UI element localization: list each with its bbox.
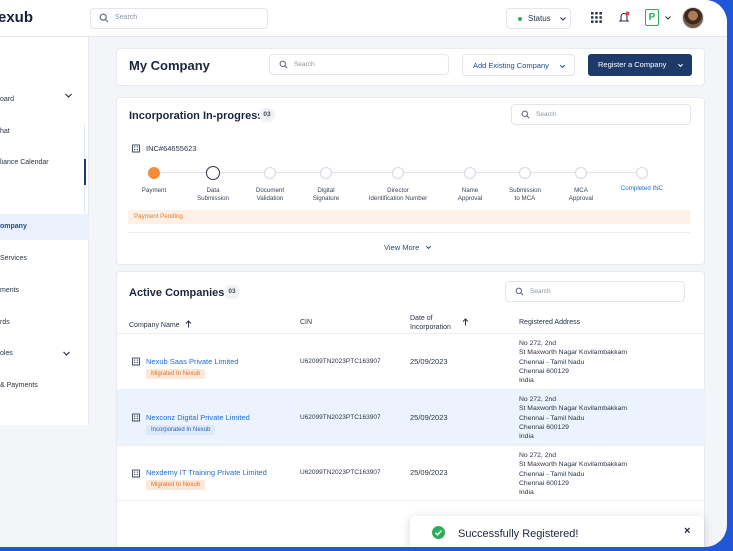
table-row[interactable]: Nexdemy IT Training Private Limited Migr… xyxy=(117,445,705,501)
step-name-approval-marker xyxy=(464,167,476,179)
sidebar-item-services[interactable]: Services xyxy=(0,255,27,262)
date-value: 25/09/2023 xyxy=(410,357,448,366)
step-completed-marker xyxy=(636,167,648,179)
sidebar-item-payments[interactable]: & Payments xyxy=(0,382,38,389)
date-value: 25/09/2023 xyxy=(410,468,448,477)
step-mca-approval-marker xyxy=(575,167,587,179)
step-payment-marker xyxy=(148,167,160,179)
search-placeholder: Search xyxy=(530,288,551,295)
sort-arrow-up-icon[interactable] xyxy=(462,318,469,326)
cin-value: U62099TN2023PTC163907 xyxy=(300,358,381,365)
status-badge: Migrated to Nexub xyxy=(146,480,206,490)
sidebar: oard hat liance Calendar ompany Services… xyxy=(0,37,89,425)
cin-value: U62099TN2023PTC163907 xyxy=(300,414,381,421)
sidebar-item-documents[interactable]: ments xyxy=(0,287,19,294)
cin-value: U62099TN2023PTC163907 xyxy=(300,469,381,476)
company-name-link[interactable]: Nexdemy IT Training Private Limited xyxy=(146,468,267,477)
company-name-link[interactable]: Nexconz Digital Private Limited xyxy=(146,413,250,422)
column-header-date[interactable]: Date of Incorporation xyxy=(410,315,451,332)
search-icon xyxy=(515,287,524,296)
sort-arrow-up-icon[interactable] xyxy=(185,320,192,328)
top-bar: exub Search Status P xyxy=(0,0,727,37)
step-completed-label: Completed INC xyxy=(620,185,664,192)
incorporation-search-input[interactable]: Search xyxy=(511,104,691,125)
active-count-badge: 03 xyxy=(224,285,240,299)
step-data-submission-marker xyxy=(206,166,220,180)
table-row[interactable]: Nexub Saas Private Limited Migrated to N… xyxy=(117,333,705,389)
logo: exub xyxy=(0,9,34,26)
status-dot-icon xyxy=(518,17,522,21)
incorporation-count-badge: 03 xyxy=(259,108,275,122)
app-window: exub Search Status P oard hat liance Cal… xyxy=(0,0,727,547)
page-title: My Company xyxy=(129,58,210,73)
building-icon xyxy=(132,144,140,153)
search-icon xyxy=(279,60,288,69)
chevron-down-icon xyxy=(559,64,566,69)
building-icon xyxy=(132,357,140,366)
profile-badge-icon[interactable]: P xyxy=(645,9,659,26)
search-placeholder: Search xyxy=(294,61,315,68)
status-badge: Migrated to Nexub xyxy=(146,369,206,379)
chevron-down-icon xyxy=(426,245,432,250)
incorporation-title: Incorporation In-progress xyxy=(129,110,264,122)
sidebar-item-my-company[interactable]: ompany xyxy=(0,214,89,240)
sidebar-item-compliance-calendar[interactable]: liance Calendar xyxy=(0,159,49,166)
chevron-down-icon[interactable] xyxy=(664,14,672,22)
register-company-button[interactable]: Register a Company xyxy=(588,54,692,76)
divider xyxy=(128,232,690,233)
chevron-down-icon[interactable] xyxy=(62,349,71,358)
sidebar-scroll-indicator[interactable] xyxy=(84,159,86,185)
address-value: No 272, 2nd St Maxworth Nagar Kovilambakk… xyxy=(519,340,628,385)
chevron-down-icon xyxy=(677,63,684,68)
company-search-input[interactable]: Search xyxy=(269,54,449,75)
search-icon xyxy=(99,13,109,23)
sidebar-item-chat[interactable]: hat xyxy=(0,128,10,135)
payment-pending-banner: Payment Pending xyxy=(128,210,690,224)
active-search-input[interactable]: Search xyxy=(505,281,685,302)
building-icon xyxy=(132,413,140,422)
register-company-label: Register a Company xyxy=(598,60,667,69)
status-badge: Incorporated In Nexub xyxy=(146,425,216,435)
divider xyxy=(117,500,705,501)
search-icon xyxy=(521,110,530,119)
address-value: No 272, 2nd St Maxworth Nagar Kovilambakk… xyxy=(519,452,628,497)
building-icon xyxy=(132,469,140,478)
view-more-button[interactable]: View More xyxy=(384,243,432,252)
toast-message: Successfully Registered! xyxy=(458,528,579,540)
table-row[interactable]: Nexconz Digital Private Limited Incorpor… xyxy=(117,389,705,445)
chevron-down-icon xyxy=(65,93,72,98)
column-header-company-name[interactable]: Company Name xyxy=(129,319,192,331)
date-value: 25/09/2023 xyxy=(410,413,448,422)
search-placeholder: Search xyxy=(536,111,557,118)
search-placeholder: Search xyxy=(115,14,138,21)
step-document-validation-marker xyxy=(264,167,276,179)
chevron-down-icon xyxy=(560,17,566,21)
check-circle-icon xyxy=(432,526,445,539)
company-name-link[interactable]: Nexub Saas Private Limited xyxy=(146,357,239,366)
sidebar-item-cards[interactable]: rds xyxy=(0,319,10,326)
global-search-input[interactable]: Search xyxy=(90,8,268,29)
step-director-id-marker xyxy=(392,167,404,179)
sidebar-item-roles[interactable]: oles xyxy=(0,350,13,357)
step-submission-mca-marker xyxy=(519,167,531,179)
success-toast: Successfully Registered! × xyxy=(410,516,704,547)
incorporation-id-text: INC#64655623 xyxy=(146,144,197,153)
column-header-cin: CIN xyxy=(300,319,313,326)
add-existing-company-button[interactable]: Add Existing Company xyxy=(462,54,575,76)
status-label: Status xyxy=(528,14,551,23)
active-companies-title: Active Companies xyxy=(129,287,225,299)
view-more-label: View More xyxy=(384,243,420,252)
close-icon[interactable]: × xyxy=(684,525,690,537)
avatar[interactable] xyxy=(682,7,704,29)
address-value: No 272, 2nd St Maxworth Nagar Kovilambakk… xyxy=(519,396,628,441)
sidebar-item-dashboard[interactable]: oard xyxy=(0,96,14,103)
add-existing-company-label: Add Existing Company xyxy=(473,61,549,70)
bell-icon[interactable] xyxy=(618,11,630,24)
status-dropdown[interactable]: Status xyxy=(506,8,571,29)
column-header-address: Registered Address xyxy=(519,319,581,326)
step-digital-signature-marker xyxy=(320,167,332,179)
apps-grid-icon[interactable] xyxy=(591,12,602,23)
